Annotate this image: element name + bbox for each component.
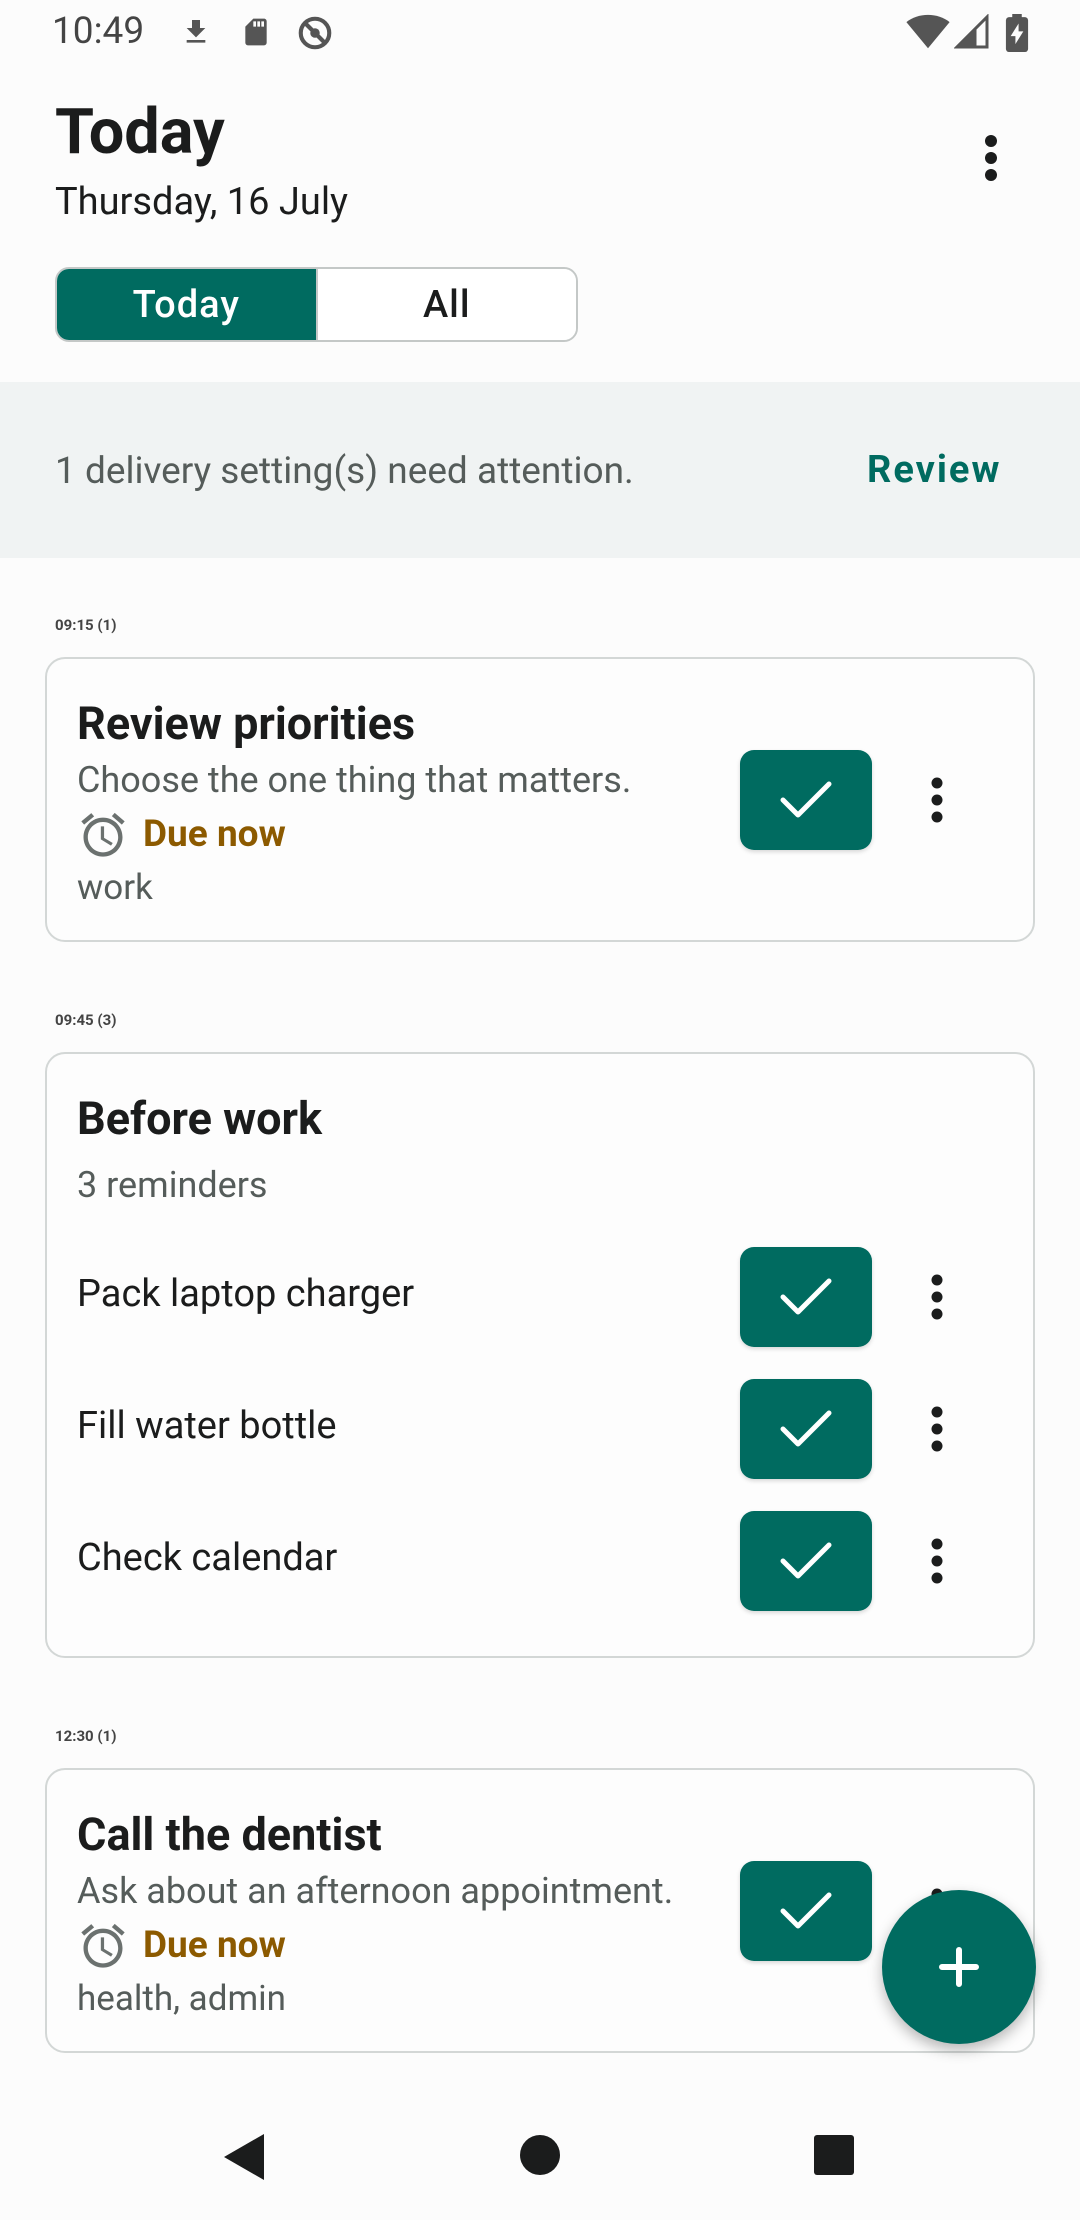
tab-all[interactable]: All xyxy=(315,269,576,340)
item-menu-button[interactable] xyxy=(917,1531,957,1591)
section-time-label: 12:30 (1) xyxy=(55,1727,117,1745)
item-menu-button[interactable] xyxy=(917,1399,957,1459)
recents-icon[interactable] xyxy=(813,2134,855,2180)
more-vert-icon xyxy=(931,777,943,823)
reminder-title: Call the dentist xyxy=(77,1808,382,1861)
complete-button[interactable] xyxy=(740,750,872,850)
back-icon[interactable] xyxy=(222,2132,266,2186)
system-nav-bar xyxy=(0,2080,1080,2220)
alarm-icon xyxy=(77,1920,129,1972)
sd-card-icon xyxy=(240,14,272,50)
group-title: Before work xyxy=(77,1092,323,1145)
check-icon xyxy=(780,1892,832,1929)
status-bar: 10:49 xyxy=(0,0,1080,66)
review-button[interactable]: Review xyxy=(867,448,1001,492)
complete-button[interactable] xyxy=(740,1861,872,1961)
check-icon xyxy=(780,781,832,818)
item-menu-button[interactable] xyxy=(917,770,957,830)
reminder-subtitle: Choose the one thing that matters. xyxy=(77,759,632,801)
alarm-icon xyxy=(77,809,129,861)
add-reminder-button[interactable] xyxy=(882,1890,1036,2044)
due-label: Due now xyxy=(143,1924,286,1967)
reminder-tags: work xyxy=(77,867,153,908)
list-item-label: Fill water bottle xyxy=(77,1404,337,1448)
view-toggle: Today All xyxy=(55,267,578,342)
do-not-disturb-icon xyxy=(296,14,334,52)
more-vert-icon xyxy=(931,1538,943,1584)
download-icon xyxy=(180,14,212,50)
home-icon[interactable] xyxy=(519,2134,561,2180)
wifi-icon xyxy=(906,14,950,50)
list-item-label: Check calendar xyxy=(77,1536,338,1580)
page-date: Thursday, 16 July xyxy=(55,180,349,224)
status-time: 10:49 xyxy=(52,10,145,53)
list-item-label: Pack laptop charger xyxy=(77,1272,415,1316)
banner-message: 1 delivery setting(s) need attention. xyxy=(55,450,634,493)
reminder-group-card: Before work 3 reminders Pack laptop char… xyxy=(45,1052,1035,1658)
reminder-subtitle: Ask about an afternoon appointment. xyxy=(77,1870,674,1912)
more-vert-icon xyxy=(985,135,997,181)
overflow-menu-button[interactable] xyxy=(966,126,1016,190)
section-time-label: 09:15 (1) xyxy=(55,616,117,634)
reminder-card: Review priorities Choose the one thing t… xyxy=(45,657,1035,942)
page-title: Today xyxy=(55,96,225,169)
check-icon xyxy=(780,1278,832,1315)
more-vert-icon xyxy=(931,1274,943,1320)
due-label: Due now xyxy=(143,813,286,856)
plus-icon xyxy=(939,1947,979,1987)
check-icon xyxy=(780,1410,832,1447)
reminder-title: Review priorities xyxy=(77,697,416,750)
complete-button[interactable] xyxy=(740,1247,872,1347)
group-count: 3 reminders xyxy=(77,1164,268,1206)
signal-icon xyxy=(954,14,990,50)
reminder-card: Call the dentist Ask about an afternoon … xyxy=(45,1768,1035,2053)
battery-charging-icon xyxy=(1004,14,1030,52)
reminder-tags: health, admin xyxy=(77,1978,286,2019)
item-menu-button[interactable] xyxy=(917,1267,957,1327)
complete-button[interactable] xyxy=(740,1379,872,1479)
tab-today[interactable]: Today xyxy=(57,269,316,340)
complete-button[interactable] xyxy=(740,1511,872,1611)
more-vert-icon xyxy=(931,1406,943,1452)
section-time-label: 09:45 (3) xyxy=(55,1011,117,1029)
check-icon xyxy=(780,1542,832,1579)
